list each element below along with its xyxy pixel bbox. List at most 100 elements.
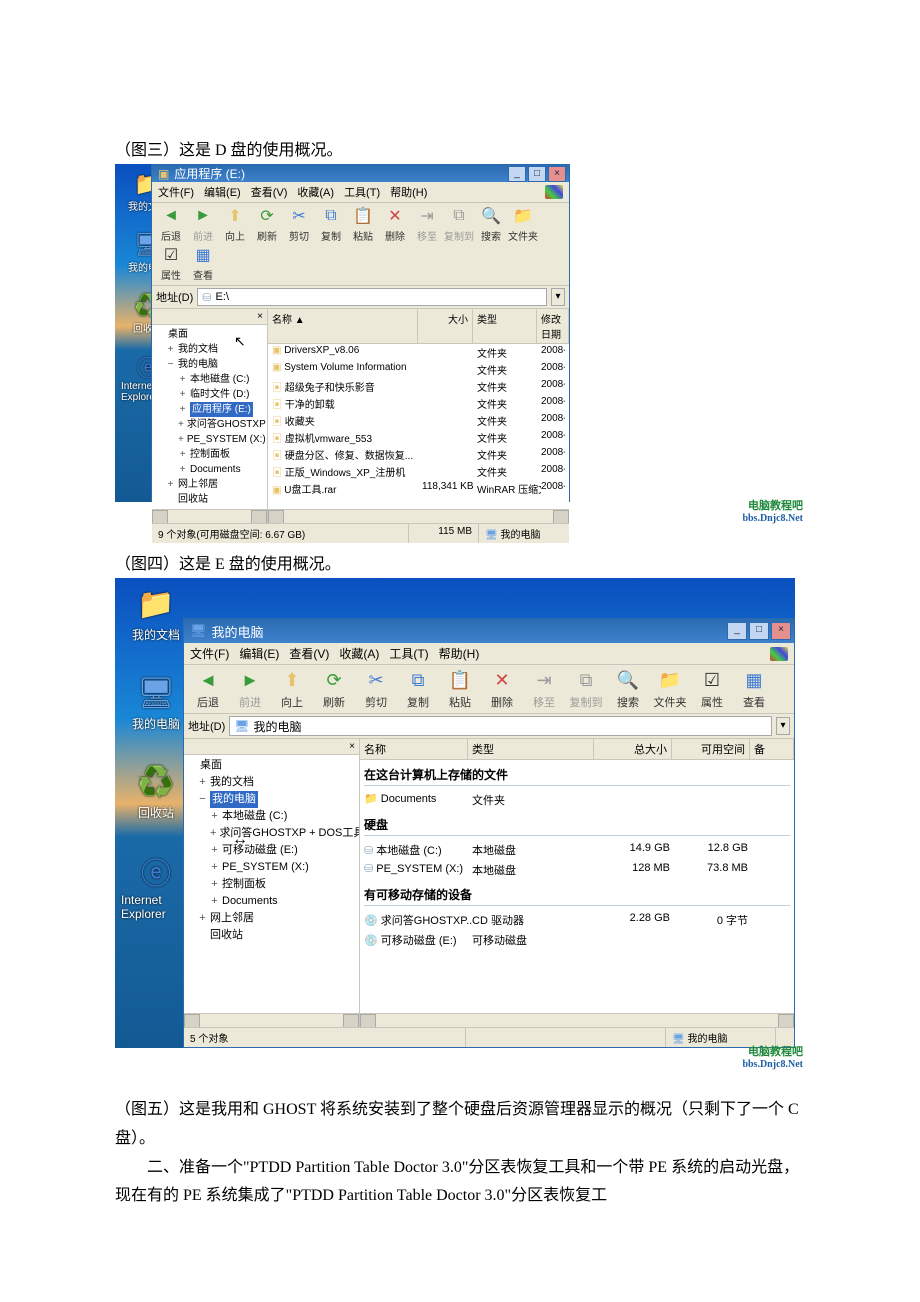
tree-node[interactable]: −我的电脑 [156,357,265,372]
tree-node[interactable]: +本地磁盘 (C:) [156,372,265,387]
expand-icon[interactable]: + [210,825,216,842]
tree-node[interactable]: +Documents [188,893,357,910]
toolbar-后退-button[interactable]: ◄后退 [156,206,186,243]
toolbar-查看-button[interactable]: ▦查看 [188,245,218,282]
file-row[interactable]: ▣ 正版_Windows_XP_注册机文件夹2008-7-26 3:56 [268,463,569,480]
drive-row[interactable]: 📁 Documents文件夹 [360,790,794,810]
expand-icon[interactable]: + [178,432,184,447]
tree-node[interactable]: 桌面 [188,757,357,774]
toolbar-复制-button[interactable]: ⧉复制 [316,206,346,243]
menu-item[interactable]: 帮助(H) [390,184,427,200]
minimize-button[interactable]: _ [508,166,526,182]
titlebar[interactable]: 🖥我的电脑 _ □ × [184,619,794,643]
tree-node[interactable]: −我的电脑 [188,791,357,808]
col-size[interactable]: 大小 [418,309,473,343]
menu-item[interactable]: 收藏(A) [339,645,379,662]
toolbar-文件夹-button[interactable]: 📁文件夹 [508,206,538,243]
tree-node[interactable]: +临时文件 (D:) [156,387,265,402]
desktop-icon-recycle[interactable]: ♻️回收站 [121,762,191,821]
tree-close-button[interactable]: × [257,311,263,322]
drive-row[interactable]: ⛁ PE_SYSTEM (X:)本地磁盘128 MB73.8 MB [360,860,794,880]
expand-icon[interactable]: + [210,876,219,893]
col-total[interactable]: 总大小 [594,739,672,759]
expand-icon[interactable]: + [210,808,219,825]
tree-node[interactable]: 回收站 [156,492,265,507]
file-row[interactable]: ▣ 虚拟机vmware_553文件夹2008-7-26 3:55 [268,429,569,446]
tree-node[interactable]: +应用程序 (E:) [156,402,265,417]
expand-icon[interactable]: + [210,859,219,876]
toolbar-剪切-button[interactable]: ✂剪切 [356,668,396,710]
toolbar-剪切-button[interactable]: ✂剪切 [284,206,314,243]
col-type[interactable]: 类型 [473,309,537,343]
tree-hscroll[interactable] [184,1013,359,1027]
drive-row[interactable]: ⛁ 本地磁盘 (C:)本地磁盘14.9 GB12.8 GB [360,840,794,860]
drive-row[interactable]: 💿 求问答GHOSTXP...CD 驱动器2.28 GB0 字节 [360,910,794,930]
toolbar-删除-button[interactable]: ✕删除 [482,668,522,710]
tree-node[interactable]: +求问答GHOSTXP + DOS工具 [156,417,265,432]
col-name[interactable]: 名称 [360,739,468,759]
toolbar-粘贴-button[interactable]: 📋粘贴 [440,668,480,710]
expand-icon[interactable]: + [178,387,187,402]
expand-icon[interactable]: − [198,791,207,808]
toolbar-向上-button[interactable]: ⬆向上 [272,668,312,710]
toolbar-属性-button[interactable]: ☑属性 [692,668,732,710]
column-headers[interactable]: 名称 类型 总大小 可用空间 备 [360,739,794,760]
toolbar-后退-button[interactable]: ◄后退 [188,668,228,710]
toolbar-搜索-button[interactable]: 🔍搜索 [476,206,506,243]
file-row[interactable]: ▣ U盘工具.rar118,341 KBWinRAR 压缩文件2008-7-6 … [268,480,569,497]
file-row[interactable]: ▣ 收藏夹文件夹2008-7-26 3:55 [268,412,569,429]
maximize-button[interactable]: □ [528,166,546,182]
toolbar-删除-button[interactable]: ✕删除 [380,206,410,243]
expand-icon[interactable]: + [210,893,219,910]
menu-item[interactable]: 查看(V) [289,645,329,662]
address-field[interactable]: ⛁E:\ [197,288,547,306]
menu-item[interactable]: 编辑(E) [239,645,279,662]
address-dropdown[interactable]: ▾ [776,717,790,735]
minimize-button[interactable]: _ [727,622,747,640]
menu-item[interactable]: 文件(F) [190,645,229,662]
tree-node[interactable]: +本地磁盘 (C:) [188,808,357,825]
expand-icon[interactable]: − [166,357,175,372]
tree-hscroll[interactable] [152,509,267,523]
tree-node[interactable]: +我的文档 [188,774,357,791]
toolbar-向上-button[interactable]: ⬆向上 [220,206,250,243]
tree-node[interactable]: +Documents [156,462,265,477]
desktop-icon-pc[interactable]: 🖥我的电脑 [121,673,191,732]
menu-item[interactable]: 收藏(A) [297,184,334,200]
file-row[interactable]: ▣ 超级兔子和快乐影音文件夹2008-7-26 3:53 [268,378,569,395]
address-dropdown[interactable]: ▾ [551,288,565,306]
maximize-button[interactable]: □ [749,622,769,640]
col-date[interactable]: 修改日期 [537,309,569,343]
desktop-icon-docs[interactable]: 📁我的文档 [121,584,191,643]
expand-icon[interactable]: + [198,774,207,791]
toolbar-查看-button[interactable]: ▦查看 [734,668,774,710]
tree-node[interactable]: +网上邻居 [156,477,265,492]
tree-node[interactable]: +PE_SYSTEM (X:) [188,859,357,876]
tree-node[interactable]: 桌面 [156,327,265,342]
toolbar-刷新-button[interactable]: ⟳刷新 [314,668,354,710]
toolbar-属性-button[interactable]: ☑属性 [156,245,186,282]
file-row[interactable]: ▣ DriversXP_v8.06文件夹2008-7-26 3:52 [268,344,569,361]
tree-node[interactable]: +网上邻居 [188,910,357,927]
file-row[interactable]: ▣ 硬盘分区、修复、数据恢复...文件夹2008-7-26 3:56 [268,446,569,463]
expand-icon[interactable]: + [210,842,219,859]
menu-item[interactable]: 编辑(E) [204,184,241,200]
expand-icon[interactable]: + [178,447,187,462]
toolbar-刷新-button[interactable]: ⟳刷新 [252,206,282,243]
toolbar-粘贴-button[interactable]: 📋粘贴 [348,206,378,243]
tree-node[interactable]: +控制面板 [188,876,357,893]
col-free[interactable]: 可用空间 [672,739,750,759]
col-name[interactable]: 名称 ▲ [268,309,418,343]
tree-node[interactable]: +PE_SYSTEM (X:) [156,432,265,447]
close-button[interactable]: × [548,166,566,182]
toolbar-搜索-button[interactable]: 🔍搜索 [608,668,648,710]
menu-item[interactable]: 查看(V) [251,184,288,200]
tree-node[interactable]: 回收站 [188,927,357,944]
list-hscroll[interactable] [268,509,569,523]
tree-node[interactable]: +控制面板 [156,447,265,462]
expand-icon[interactable]: + [178,402,187,417]
close-button[interactable]: × [771,622,791,640]
menu-item[interactable]: 工具(T) [344,184,380,200]
menu-item[interactable]: 帮助(H) [439,645,480,662]
tree-node[interactable]: +可移动磁盘 (E:) [188,842,357,859]
